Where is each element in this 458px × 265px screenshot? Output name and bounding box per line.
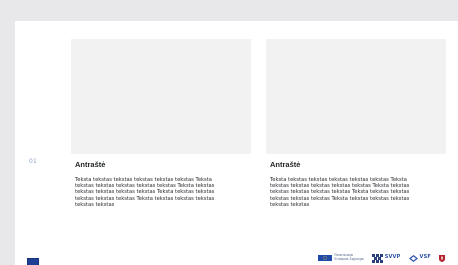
card-title: Antraštė: [270, 160, 301, 169]
vsf-text: VSF: [419, 254, 431, 261]
svvp-logo: SVVP: [371, 253, 401, 263]
image-placeholder: [266, 39, 446, 154]
eu-funds-logo: Finansuoja Europos Sąjunga: [318, 253, 364, 261]
content-card: Antraštė Teksta tekstas tekstas tekstas …: [71, 39, 251, 208]
eu-flag-icon: [27, 258, 39, 265]
image-placeholder: [71, 39, 251, 154]
content-card: Antraštė Teksta tekstas tekstas tekstas …: [266, 39, 446, 208]
svvp-text: SVVP: [384, 254, 401, 261]
vsf-logo: VSF: [408, 254, 432, 262]
eu-flag-icon: [318, 255, 333, 261]
vsf-diamond-icon: [408, 254, 418, 262]
card-title: Antraštė: [75, 160, 106, 169]
lithuania-coat-of-arms-logo: [439, 254, 445, 262]
slide: 01 Antraštė Teksta tekstas tekstas tekst…: [15, 21, 458, 265]
coat-of-arms-icon: [439, 254, 445, 262]
card-body-text: Teksta tekstas tekstas tekstas tekstas t…: [270, 177, 410, 208]
svvp-mark-icon: [371, 253, 383, 263]
eu-funds-text: Finansuoja Europos Sąjunga: [334, 253, 364, 261]
card-body-text: Teksta tekstas tekstas tekstas tekstas t…: [75, 177, 215, 208]
footer-logos: Finansuoja Europos Sąjunga SVVP VSF: [318, 253, 445, 263]
slide-number: 01: [29, 158, 38, 165]
